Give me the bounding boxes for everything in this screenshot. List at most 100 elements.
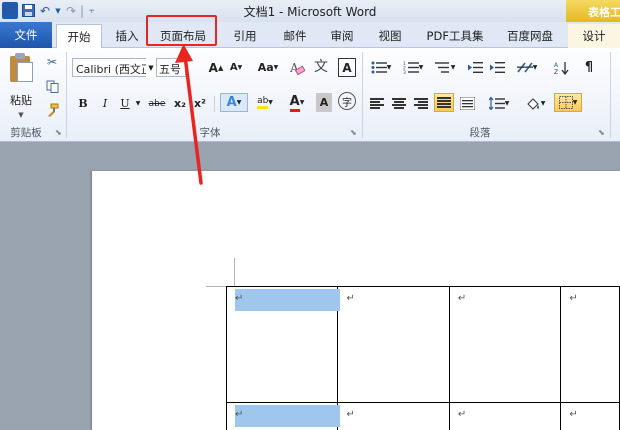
show-formatting-marks-button[interactable]: ¶ — [580, 58, 598, 77]
shrink-font-icon: A — [229, 62, 238, 73]
paragraph-group-label: 段落 — [469, 127, 491, 139]
text-effects-button[interactable]: A ▼ — [220, 93, 248, 112]
line-spacing-button[interactable]: ▼ — [486, 94, 512, 113]
group-separator — [362, 52, 363, 138]
tab-mailings[interactable]: 邮件 — [276, 24, 314, 48]
font-color-icon: A — [289, 94, 300, 112]
align-right-icon — [414, 98, 428, 109]
tab-view[interactable]: 视图 — [370, 24, 410, 48]
tab-references[interactable]: 引用 — [226, 24, 264, 48]
cell-end-mark: ↵ — [457, 293, 467, 304]
table-cell[interactable]: ↵ — [560, 402, 620, 430]
underline-button[interactable]: U — [118, 94, 132, 113]
ribbon-tab-row: 文件 开始 插入 页面布局 引用 邮件 审阅 视图 PDF工具集 百度网盘 设计 — [0, 22, 620, 49]
grow-font-button[interactable]: A ▲ — [208, 58, 224, 77]
annotation-highlight-box — [146, 15, 217, 46]
paste-dropdown-icon[interactable]: ▼ — [18, 111, 23, 119]
table-tools-context-label: 表格工具 — [566, 0, 620, 22]
character-shading-icon: A — [319, 96, 329, 109]
strikethrough-button[interactable]: abe — [146, 94, 168, 113]
italic-button[interactable]: I — [98, 94, 112, 113]
decrease-indent-button[interactable] — [466, 58, 484, 77]
align-left-icon — [370, 98, 384, 109]
paste-icon — [8, 52, 34, 84]
table-cell[interactable]: ↵ — [448, 402, 562, 430]
format-painter-icon[interactable] — [44, 102, 60, 118]
bold-button[interactable]: B — [76, 94, 90, 113]
group-separator — [66, 52, 67, 138]
table-cell[interactable]: ↵ — [337, 402, 450, 430]
margin-crop-mark — [234, 258, 235, 286]
sort-button[interactable]: AZ — [552, 58, 570, 77]
cell-selection-highlight — [235, 289, 340, 311]
ribbon-home: 粘贴 ▼ ✂ 剪贴板 ⬊ Calibri (西文正文) ▼ 五号 A▲ A▼ A… — [0, 48, 620, 142]
title-bar: W ↶ ▼ ↷ | ⫟ 文档1 - Microsoft Word 表格工具 — [0, 0, 620, 22]
paste-button[interactable]: 粘贴 ▼ — [6, 52, 36, 126]
change-case-label: Aa — [257, 61, 274, 74]
character-border-icon: A — [342, 60, 352, 75]
clear-formatting-button[interactable]: A — [288, 58, 306, 77]
paragraph-dialog-launcher-icon[interactable]: ⬊ — [598, 128, 605, 137]
shrink-font-button[interactable]: A ▼ — [228, 58, 244, 77]
tab-review[interactable]: 审阅 — [322, 24, 362, 48]
character-shading-button[interactable]: A — [316, 93, 332, 112]
highlight-color-button[interactable]: ab ▼ — [252, 93, 278, 112]
superscript-button[interactable]: x² — [192, 94, 208, 113]
font-name-combobox[interactable]: Calibri (西文正文) — [72, 58, 156, 77]
align-center-button[interactable] — [390, 94, 408, 113]
window-title: 文档1 - Microsoft Word — [243, 5, 377, 19]
cell-end-mark: ↵ — [346, 293, 355, 304]
grow-font-icon: A — [208, 60, 218, 75]
tab-baidu-disk[interactable]: 百度网盘 — [500, 24, 560, 48]
underline-dropdown-icon[interactable]: ▼ — [134, 94, 142, 113]
cell-end-mark: ↵ — [457, 409, 467, 420]
svg-text:A: A — [554, 62, 559, 69]
multilevel-list-button[interactable]: ▼ — [432, 58, 458, 77]
font-group-label: 字体 — [199, 127, 221, 139]
chinese-layout-button[interactable]: ▼ — [514, 58, 540, 77]
enclose-characters-icon: 字 — [342, 97, 352, 109]
tab-design[interactable]: 设计 — [568, 24, 620, 48]
enclose-characters-button[interactable]: 字 — [338, 92, 356, 110]
cut-icon[interactable]: ✂ — [44, 54, 60, 70]
table-row: ↵ ↵ ↵ ↵ — [225, 402, 620, 430]
numbering-button[interactable]: 123 ▼ — [400, 58, 426, 77]
tab-pdf-tools[interactable]: PDF工具集 — [420, 24, 490, 48]
increase-indent-button[interactable] — [488, 58, 506, 77]
borders-button[interactable]: ▼ — [554, 93, 582, 112]
table-cell[interactable]: ↵ — [225, 286, 340, 403]
align-right-button[interactable] — [412, 94, 430, 113]
document-table[interactable]: ↵ ↵ ↵ ↵ ↵ ↵ ↵ ↵ — [225, 286, 620, 430]
svg-text:Z: Z — [554, 69, 558, 75]
bullets-button[interactable]: ▼ — [368, 58, 394, 77]
table-cell[interactable]: ↵ — [560, 286, 620, 403]
tab-file[interactable]: 文件 — [0, 22, 52, 48]
font-dialog-launcher-icon[interactable]: ⬊ — [350, 128, 357, 137]
font-color-button[interactable]: A ▼ — [284, 93, 310, 112]
copy-icon[interactable] — [44, 78, 60, 94]
cell-end-mark: ↵ — [569, 409, 578, 420]
table-cell[interactable]: ↵ — [225, 402, 340, 430]
table-cell[interactable]: ↵ — [337, 286, 450, 403]
justify-icon — [437, 97, 451, 108]
table-cell[interactable]: ↵ — [448, 286, 562, 403]
tab-home[interactable]: 开始 — [56, 24, 102, 49]
justify-button[interactable] — [434, 93, 454, 112]
font-size-combobox[interactable]: 五号 — [156, 58, 186, 77]
phonetic-guide-icon: 文 — [314, 58, 328, 75]
tab-insert[interactable]: 插入 — [106, 24, 148, 48]
shading-button[interactable]: ▼ — [522, 94, 548, 113]
clipboard-group-label: 剪贴板 — [10, 127, 42, 139]
change-case-button[interactable]: Aa ▼ — [256, 58, 280, 77]
svg-text:3: 3 — [403, 70, 406, 74]
align-left-button[interactable] — [368, 94, 386, 113]
subscript-button[interactable]: x₂ — [172, 94, 188, 113]
character-border-button[interactable]: A — [338, 58, 356, 77]
clipboard-dialog-launcher-icon[interactable]: ⬊ — [55, 128, 62, 137]
align-center-icon — [392, 98, 406, 109]
cell-selection-highlight — [235, 405, 340, 427]
phonetic-guide-button[interactable]: 文 — [312, 56, 330, 75]
font-name-dropdown-icon[interactable]: ▼ — [146, 58, 156, 77]
cell-end-mark: ↵ — [235, 409, 244, 420]
distributed-button[interactable] — [458, 94, 476, 113]
